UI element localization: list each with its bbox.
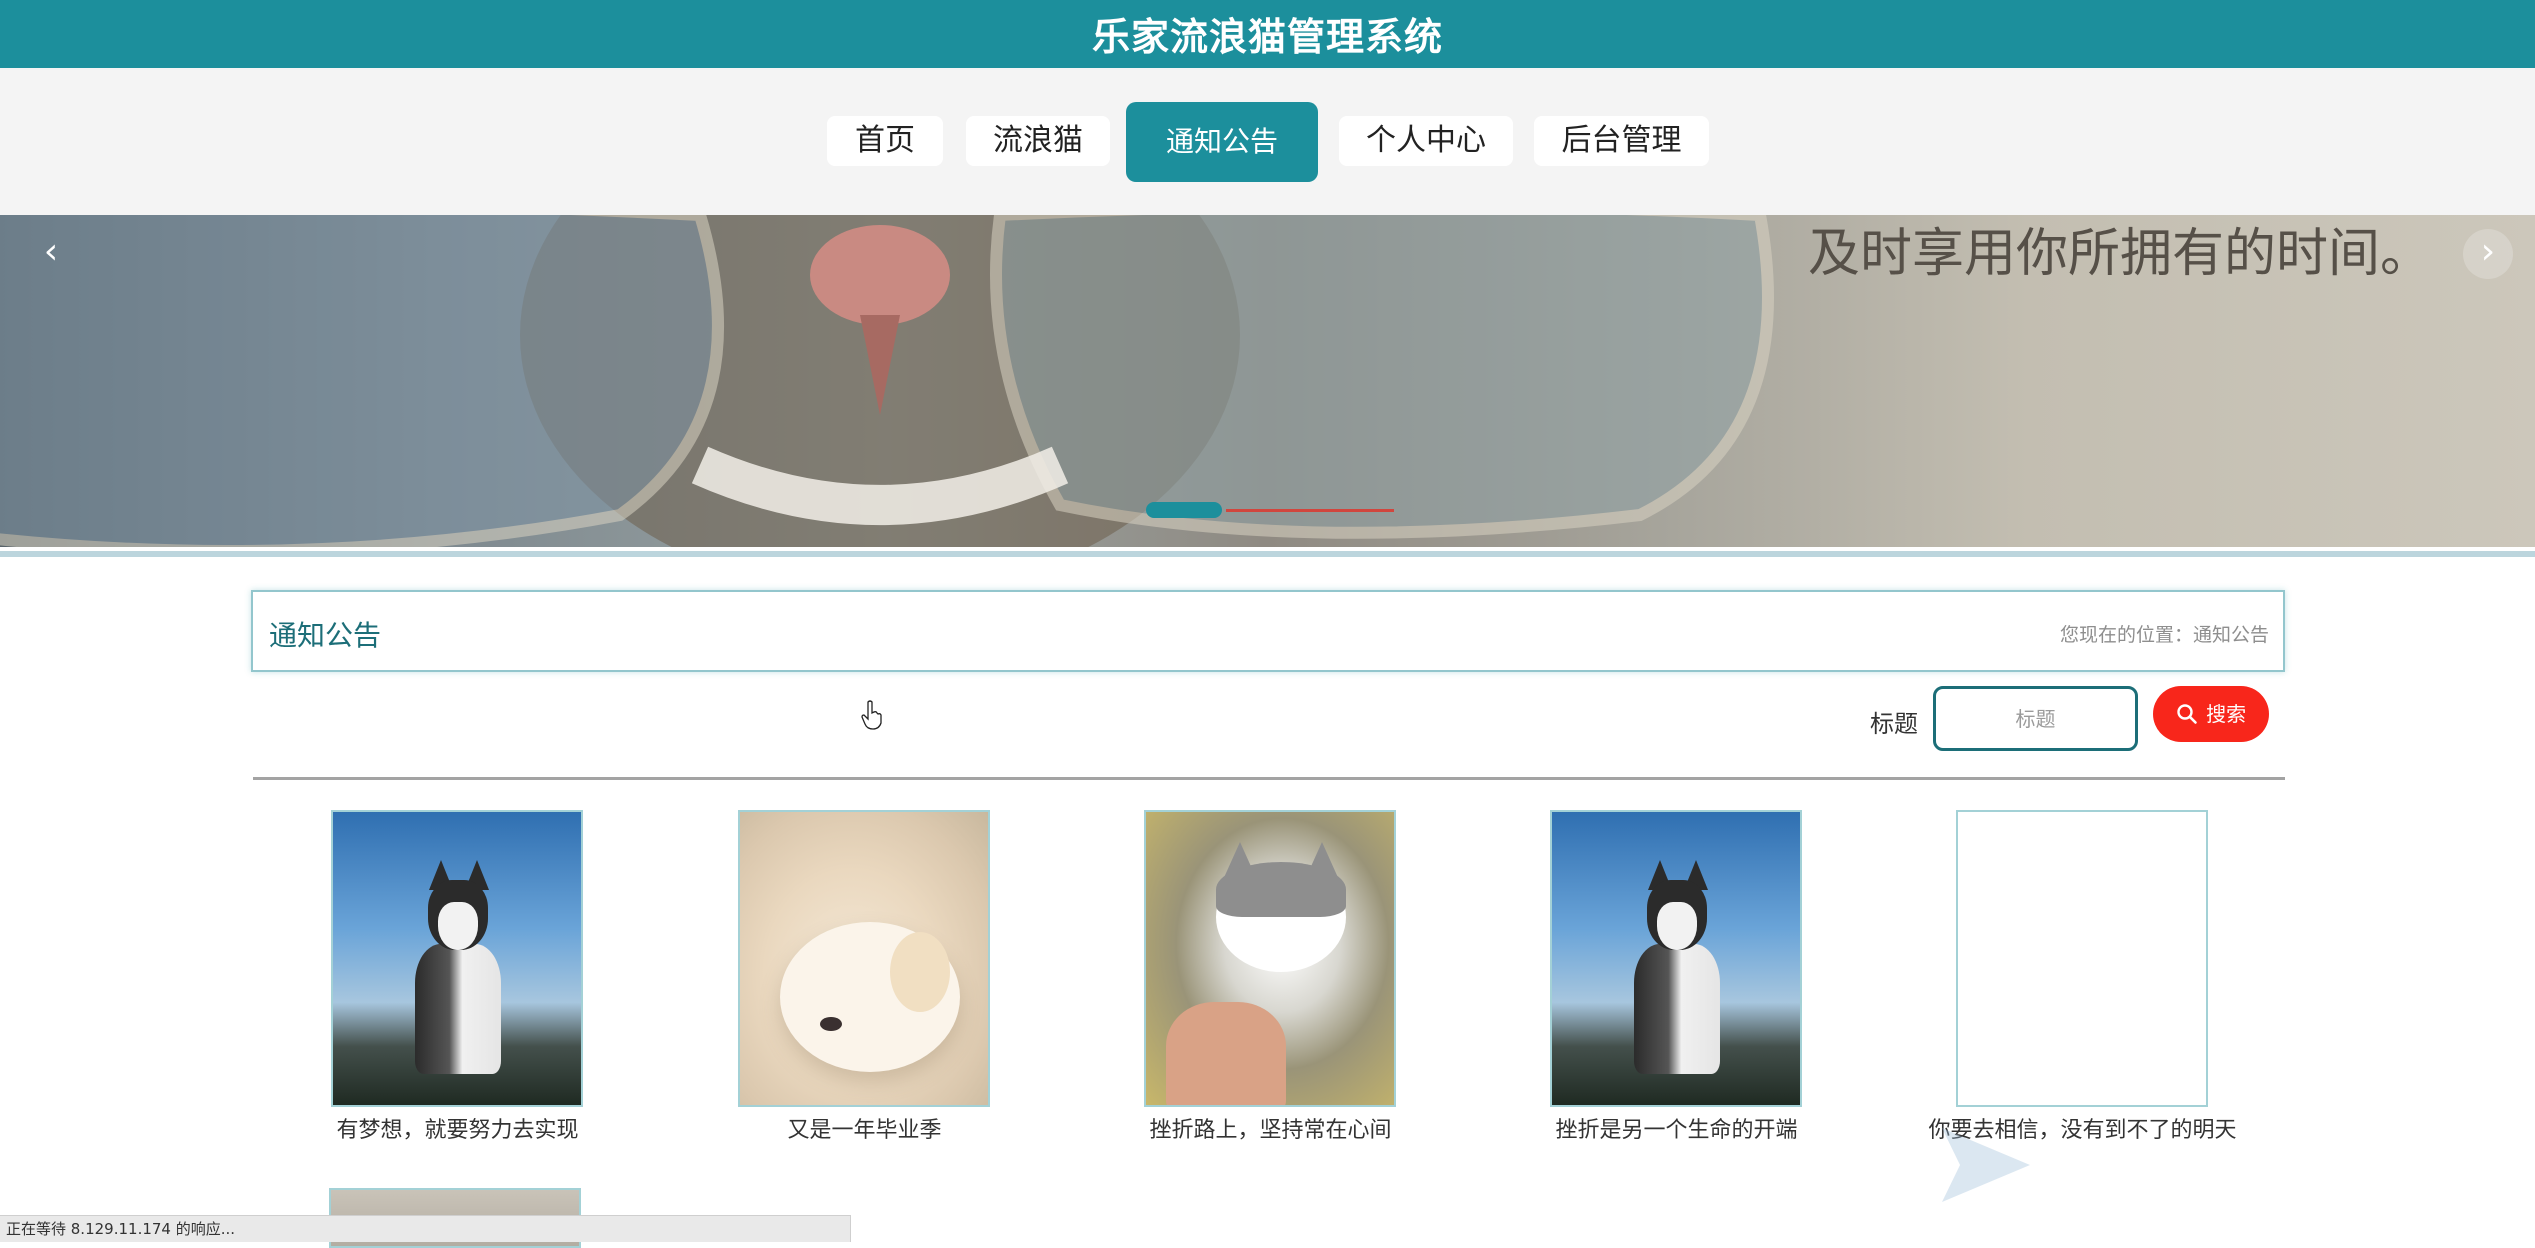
search-button-label: 搜索 xyxy=(2206,702,2247,726)
main-nav: 首页 流浪猫 通知公告 个人中心 后台管理 xyxy=(0,68,2535,215)
nav-item-personal-center[interactable]: 个人中心 xyxy=(1339,116,1513,166)
hand-cursor-icon xyxy=(861,700,882,730)
chevron-left-icon: ‹ xyxy=(43,231,59,272)
notice-title[interactable]: 挫折是另一个生命的开端 xyxy=(1474,1112,1879,1144)
notice-image-husky[interactable] xyxy=(331,810,583,1107)
nav-item-admin[interactable]: 后台管理 xyxy=(1534,116,1709,166)
search-button[interactable]: 搜索 xyxy=(2153,686,2269,742)
hand-illustration xyxy=(1166,1002,1286,1105)
nav-item-home[interactable]: 首页 xyxy=(827,116,943,166)
play-watermark-icon xyxy=(1942,1128,2030,1202)
carousel-prev-button[interactable]: ‹ xyxy=(26,229,76,279)
search-icon xyxy=(2177,704,2197,724)
notice-image-puppy[interactable] xyxy=(738,810,990,1107)
content-divider xyxy=(253,777,2285,780)
nav-item-notices[interactable]: 通知公告 xyxy=(1126,102,1318,182)
banner-divider xyxy=(0,551,2535,557)
carousel-dot-active[interactable] xyxy=(1146,502,1222,518)
breadcrumb-location: 您现在的位置：通知公告 xyxy=(2059,624,2269,646)
carousel-next-button[interactable]: › xyxy=(2463,229,2513,279)
browser-status-bar: 正在等待 8.129.11.174 的响应... xyxy=(0,1215,851,1242)
site-title: 乐家流浪猫管理系统 xyxy=(1091,15,1443,59)
chevron-right-icon: › xyxy=(2480,231,2496,272)
notice-title[interactable]: 有梦想，就要努力去实现 xyxy=(255,1112,660,1144)
notice-image-cat[interactable] xyxy=(1144,810,1396,1107)
notice-image-husky[interactable] xyxy=(1550,810,1802,1107)
page-title: 通知公告 xyxy=(269,619,382,652)
carousel-dot-track[interactable] xyxy=(1226,509,1394,512)
puppy-illustration xyxy=(780,922,960,1072)
banner-quote: 及时享用你所拥有的时间。 xyxy=(1807,224,2432,284)
nav-item-stray-cats[interactable]: 流浪猫 xyxy=(966,116,1110,166)
top-header-bar: 乐家流浪猫管理系统 xyxy=(0,0,2535,68)
husky-illustration xyxy=(1612,860,1742,1090)
breadcrumb: 通知公告 您现在的位置：通知公告 xyxy=(251,590,2285,672)
banner-carousel: 及时享用你所拥有的时间。 ‹ › xyxy=(0,215,2535,547)
husky-illustration xyxy=(393,860,523,1090)
carousel-indicators xyxy=(1146,501,1398,521)
notice-title[interactable]: 挫折路上，坚持常在心间 xyxy=(1068,1112,1473,1144)
notice-title[interactable]: 又是一年毕业季 xyxy=(662,1112,1067,1144)
cat-illustration xyxy=(1196,842,1366,1002)
search-label: 标题 xyxy=(1870,710,1918,738)
notice-image-blank[interactable] xyxy=(1956,810,2208,1107)
search-input[interactable] xyxy=(1933,686,2138,751)
